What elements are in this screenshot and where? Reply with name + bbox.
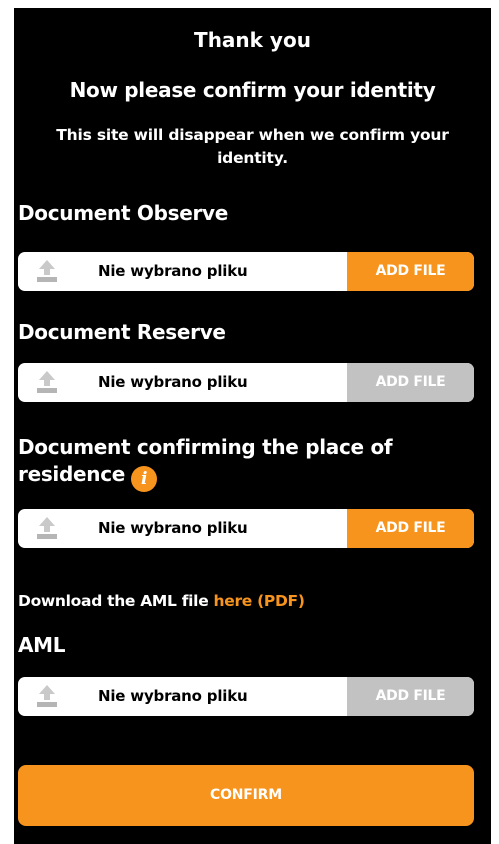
document-observe-label: Document Observe bbox=[18, 201, 229, 225]
document-observe-file-row: Nie wybrano pliku ADD FILE bbox=[18, 252, 474, 291]
confirm-button[interactable]: CONFIRM bbox=[18, 765, 474, 826]
document-residence-label-text: Document confirming the place of residen… bbox=[18, 435, 393, 486]
upload-icon bbox=[37, 371, 57, 393]
page-title: Thank you bbox=[194, 28, 311, 52]
document-reserve-file-status: Nie wybrano pliku bbox=[98, 373, 248, 391]
aml-download-prefix: Download the AML file bbox=[18, 592, 214, 610]
upload-icon bbox=[37, 517, 57, 539]
page-subtitle: Now please confirm your identity bbox=[69, 78, 436, 102]
upload-icon bbox=[37, 685, 57, 707]
aml-file-row: Nie wybrano pliku ADD FILE bbox=[18, 677, 474, 716]
document-residence-add-file-button[interactable]: ADD FILE bbox=[347, 509, 474, 548]
info-icon[interactable]: i bbox=[131, 466, 158, 492]
document-residence-file-status: Nie wybrano pliku bbox=[98, 519, 248, 537]
document-residence-file-row: Nie wybrano pliku ADD FILE bbox=[18, 509, 474, 548]
identity-panel: Thank you Now please confirm your identi… bbox=[14, 8, 491, 844]
document-reserve-file-row: Nie wybrano pliku ADD FILE bbox=[18, 363, 474, 402]
document-observe-add-file-button[interactable]: ADD FILE bbox=[347, 252, 474, 291]
document-residence-label: Document confirming the place of residen… bbox=[18, 434, 488, 492]
document-observe-file-status: Nie wybrano pliku bbox=[98, 262, 248, 280]
aml-label: AML bbox=[18, 633, 66, 657]
aml-download-link[interactable]: here (PDF) bbox=[214, 592, 305, 610]
upload-icon bbox=[37, 260, 57, 282]
document-reserve-label: Document Reserve bbox=[18, 320, 226, 344]
aml-file-status: Nie wybrano pliku bbox=[98, 687, 248, 705]
aml-download-text: Download the AML file here (PDF) bbox=[18, 592, 305, 610]
aml-add-file-button[interactable]: ADD FILE bbox=[347, 677, 474, 716]
document-reserve-add-file-button[interactable]: ADD FILE bbox=[347, 363, 474, 402]
notice-text: This site will disappear when we confirm… bbox=[56, 126, 449, 167]
